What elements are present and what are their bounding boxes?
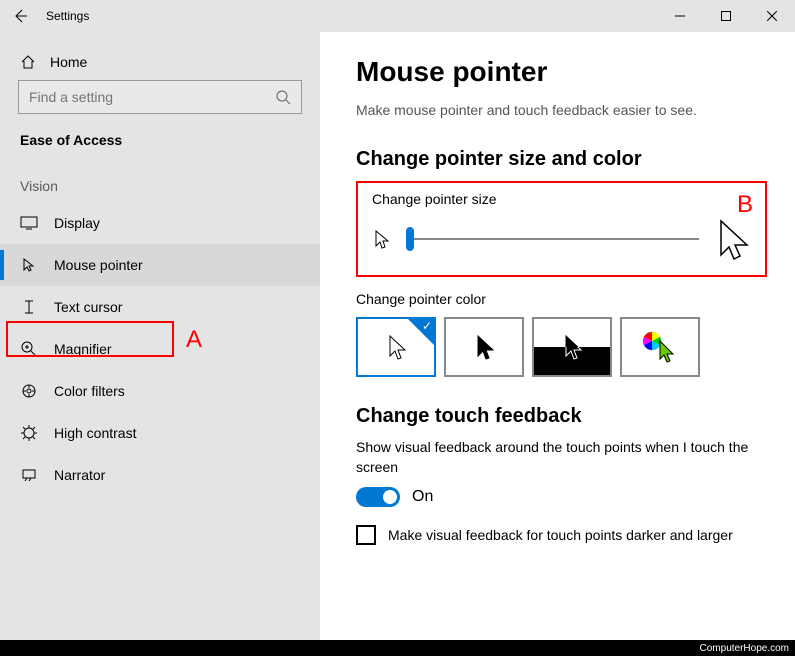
sidebar-item-magnifier[interactable]: Magnifier bbox=[0, 328, 320, 370]
pointer-size-label: Change pointer size bbox=[372, 191, 751, 207]
back-button[interactable] bbox=[0, 0, 40, 32]
text-cursor-icon bbox=[20, 299, 38, 315]
pointer-color-white[interactable] bbox=[356, 317, 436, 377]
pointer-color-options bbox=[356, 317, 767, 377]
touch-feedback-toggle[interactable] bbox=[356, 487, 400, 507]
pointer-color-label: Change pointer color bbox=[356, 291, 767, 307]
color-filters-icon bbox=[20, 383, 38, 399]
pointer-color-inverted[interactable] bbox=[532, 317, 612, 377]
small-cursor-icon bbox=[372, 228, 390, 250]
group-label: Vision bbox=[0, 166, 320, 202]
sidebar-item-mouse-pointer[interactable]: Mouse pointer bbox=[0, 244, 320, 286]
home-label: Home bbox=[50, 54, 87, 70]
section-pointer-size-color: Change pointer size and color bbox=[356, 148, 767, 171]
titlebar: Settings bbox=[0, 0, 795, 32]
back-arrow-icon bbox=[12, 8, 28, 24]
maximize-icon bbox=[721, 11, 731, 21]
minimize-icon bbox=[675, 11, 685, 21]
nav-label: Display bbox=[54, 215, 100, 231]
section-touch-feedback: Change touch feedback bbox=[356, 405, 767, 428]
minimize-button[interactable] bbox=[657, 0, 703, 32]
pointer-color-black[interactable] bbox=[444, 317, 524, 377]
annotation-b: B bbox=[737, 191, 753, 219]
pointer-size-box: Change pointer size B bbox=[356, 181, 767, 277]
close-button[interactable] bbox=[749, 0, 795, 32]
sidebar-item-display[interactable]: Display bbox=[0, 202, 320, 244]
page-title: Mouse pointer bbox=[356, 56, 767, 88]
close-icon bbox=[767, 11, 777, 21]
nav-label: Narrator bbox=[54, 467, 105, 483]
nav-label: Magnifier bbox=[54, 341, 112, 357]
pointer-color-custom[interactable] bbox=[620, 317, 700, 377]
darker-larger-checkbox[interactable] bbox=[356, 525, 376, 545]
nav-list: Display Mouse pointer Text cursor Magnif… bbox=[0, 202, 320, 496]
cursor-white-icon bbox=[385, 333, 407, 361]
magnifier-icon bbox=[20, 341, 38, 357]
pointer-size-slider[interactable] bbox=[406, 238, 699, 240]
sidebar: Home Ease of Access Vision Display Mouse… bbox=[0, 32, 320, 640]
sidebar-item-narrator[interactable]: Narrator bbox=[0, 454, 320, 496]
sidebar-item-color-filters[interactable]: Color filters bbox=[0, 370, 320, 412]
sidebar-item-text-cursor[interactable]: Text cursor bbox=[0, 286, 320, 328]
nav-label: Text cursor bbox=[54, 299, 122, 315]
section-title: Ease of Access bbox=[0, 128, 320, 166]
page-subtitle: Make mouse pointer and touch feedback ea… bbox=[356, 102, 767, 118]
cursor-black-icon bbox=[473, 333, 495, 361]
selected-check-icon bbox=[408, 319, 434, 345]
footer-watermark: ComputerHope.com bbox=[0, 640, 795, 656]
cursor-custom-color-icon bbox=[640, 329, 680, 365]
high-contrast-icon bbox=[20, 425, 38, 441]
display-icon bbox=[20, 216, 38, 230]
nav-label: Mouse pointer bbox=[54, 257, 143, 273]
large-cursor-icon bbox=[715, 217, 751, 261]
slider-thumb[interactable] bbox=[406, 227, 414, 251]
window-title: Settings bbox=[46, 9, 89, 23]
annotation-a-label: A bbox=[186, 326, 202, 354]
cursor-inverted-icon bbox=[561, 333, 583, 361]
nav-label: Color filters bbox=[54, 383, 125, 399]
home-icon bbox=[20, 54, 36, 70]
maximize-button[interactable] bbox=[703, 0, 749, 32]
search-input[interactable] bbox=[29, 89, 275, 105]
narrator-icon bbox=[20, 467, 38, 483]
mouse-pointer-icon bbox=[20, 257, 38, 273]
search-icon bbox=[275, 89, 291, 105]
checkbox-label: Make visual feedback for touch points da… bbox=[388, 527, 733, 543]
nav-label: High contrast bbox=[54, 425, 136, 441]
search-input-wrap[interactable] bbox=[18, 80, 302, 114]
main-content: Mouse pointer Make mouse pointer and tou… bbox=[320, 32, 795, 640]
toggle-state-label: On bbox=[412, 488, 433, 506]
touch-feedback-desc: Show visual feedback around the touch po… bbox=[356, 438, 767, 477]
home-nav[interactable]: Home bbox=[0, 46, 320, 80]
sidebar-item-high-contrast[interactable]: High contrast bbox=[0, 412, 320, 454]
window-controls bbox=[657, 0, 795, 32]
